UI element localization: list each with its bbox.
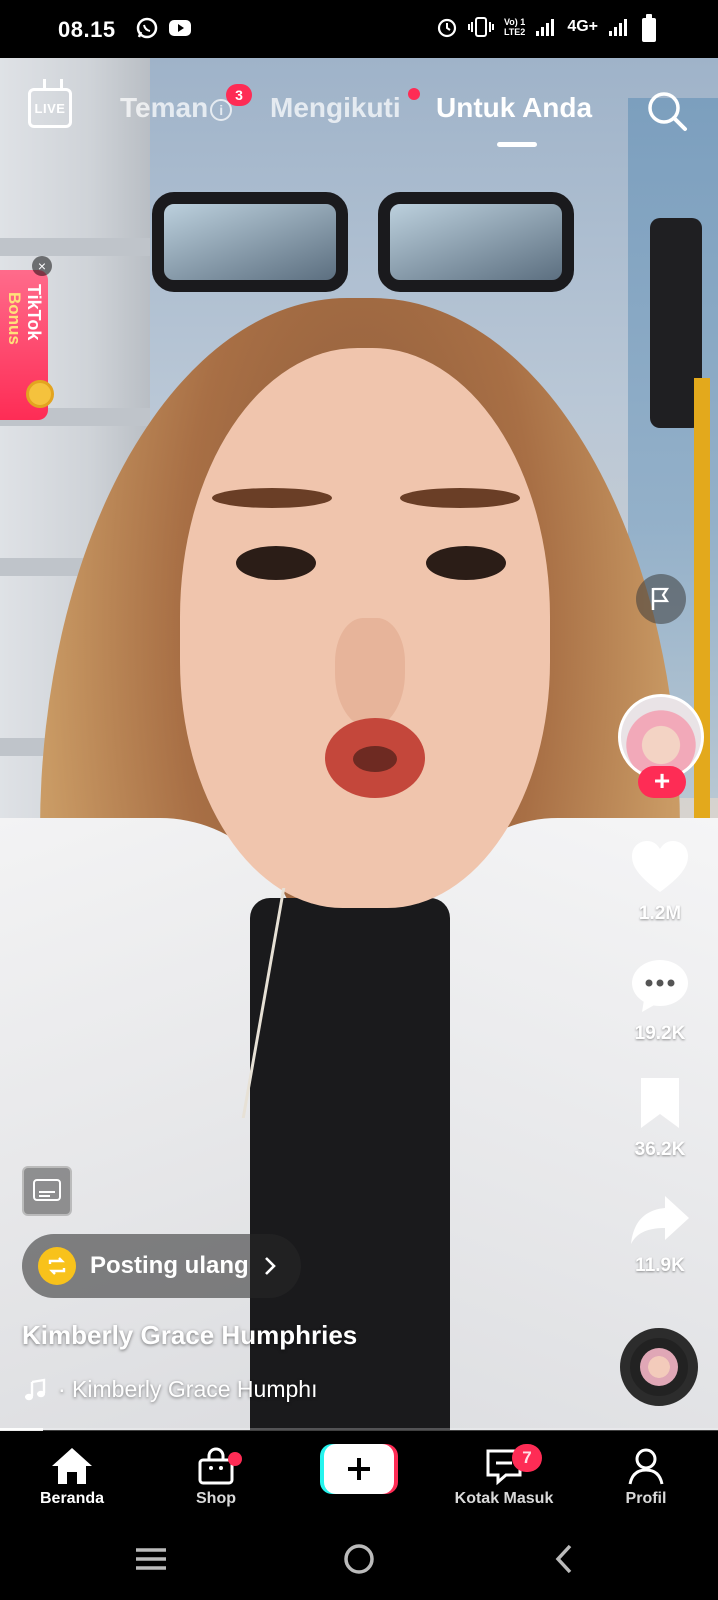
nav-profil-label: Profil [625, 1490, 667, 1507]
music-disc[interactable] [620, 1328, 698, 1406]
whatsapp-icon [136, 17, 158, 39]
repost-icon [38, 1247, 76, 1285]
live-icon: LIVE [34, 100, 66, 116]
share-count: 11.9K [635, 1255, 685, 1276]
music-info[interactable]: · Kimberly Grace Humphı [24, 1376, 317, 1403]
nav-beranda-label: Beranda [39, 1490, 105, 1507]
follow-button[interactable]: + [638, 766, 686, 798]
flag-icon [651, 587, 670, 610]
vibrate-icon [467, 17, 494, 37]
comment-icon [632, 960, 688, 1012]
video-progress-fill [0, 1428, 44, 1431]
tab-teman-label: Teman [120, 92, 209, 123]
top-nav: LIVE Teman i 3 Mengikuti Untuk Anda [0, 58, 718, 168]
music-title: · Kimberly Grace Humphı [58, 1376, 318, 1402]
save-count: 36.2K [634, 1139, 686, 1160]
video-player[interactable] [0, 58, 718, 1430]
video-progress-bar[interactable] [0, 1428, 718, 1431]
search-icon[interactable] [646, 90, 688, 132]
network-type: 4G+ [567, 18, 598, 35]
home-icon [52, 1448, 92, 1484]
captions-button[interactable] [22, 1166, 72, 1216]
comment-button[interactable]: 19.2K [620, 958, 700, 1045]
signal-icon [609, 19, 627, 36]
shop-bag-icon [198, 1447, 234, 1485]
recent-apps-icon[interactable] [134, 1542, 168, 1576]
inbox-badge: 7 [512, 1444, 542, 1472]
bonus-title: TikTok [24, 284, 44, 341]
repost-button[interactable]: Posting ulang [22, 1234, 301, 1298]
tiktok-bonus-widget[interactable]: TikTok Bonus × [0, 256, 54, 430]
status-time: 08.15 [58, 17, 116, 42]
subject-brow [212, 488, 332, 508]
teman-badge: 3 [226, 84, 252, 106]
tab-teman[interactable]: Teman i [120, 92, 233, 124]
live-button[interactable]: LIVE [28, 88, 72, 128]
signal-pole [694, 378, 710, 838]
coin-icon [26, 380, 54, 408]
home-circle-icon[interactable] [342, 1542, 376, 1576]
shop-notification-dot [228, 1452, 242, 1466]
nav-beranda[interactable]: Beranda [12, 1444, 132, 1508]
nav-kotak-masuk[interactable]: 7 Kotak Masuk [444, 1444, 564, 1508]
system-nav-bar [0, 1522, 718, 1600]
nav-shop[interactable]: Shop [156, 1444, 276, 1508]
report-button[interactable] [636, 574, 686, 624]
chevron-right-icon [264, 1257, 276, 1275]
nav-profil[interactable]: Profil [586, 1444, 706, 1508]
music-note-icon [25, 1378, 46, 1400]
subject-nose [335, 618, 405, 728]
create-button[interactable] [320, 1444, 398, 1494]
repost-label: Posting ulang [90, 1252, 249, 1279]
volte-label: Vo) 1 LTE2 [503, 17, 526, 37]
tab-untuk-anda[interactable]: Untuk Anda [436, 92, 592, 124]
signal-icon [536, 19, 555, 36]
subject-brow [400, 488, 520, 508]
like-count: 1.2M [638, 903, 682, 924]
tab-mengikuti[interactable]: Mengikuti [270, 92, 401, 124]
bookmark-icon [641, 1078, 679, 1128]
captions-icon [33, 1179, 61, 1201]
status-bar: 08.15 Vo) 1 LTE2 4G+ [0, 0, 718, 58]
subject-mouth [325, 718, 425, 798]
comment-count: 19.2K [634, 1023, 686, 1044]
youtube-icon [169, 20, 191, 36]
creator-username[interactable]: Kimberly Grace Humphries [22, 1320, 357, 1351]
close-icon[interactable]: × [32, 256, 52, 276]
subject-eye [426, 546, 506, 580]
share-arrow-icon [631, 1196, 689, 1244]
heart-icon [632, 841, 688, 892]
notification-dot [408, 88, 420, 100]
sunglasses [152, 186, 574, 304]
subject-eye [236, 546, 316, 580]
alarm-icon [437, 18, 457, 38]
active-tab-indicator [497, 142, 537, 147]
profile-icon [628, 1448, 664, 1485]
nav-shop-label: Shop [196, 1490, 236, 1507]
save-button[interactable]: 36.2K [620, 1076, 700, 1161]
nav-kotak-masuk-label: Kotak Masuk [454, 1490, 554, 1507]
battery-icon [642, 14, 656, 42]
bonus-subtitle: Bonus [5, 292, 24, 345]
back-icon[interactable] [550, 1542, 580, 1576]
share-button[interactable]: 11.9K [620, 1194, 700, 1277]
like-button[interactable]: 1.2M [620, 840, 700, 925]
create-plus-icon [348, 1458, 370, 1480]
